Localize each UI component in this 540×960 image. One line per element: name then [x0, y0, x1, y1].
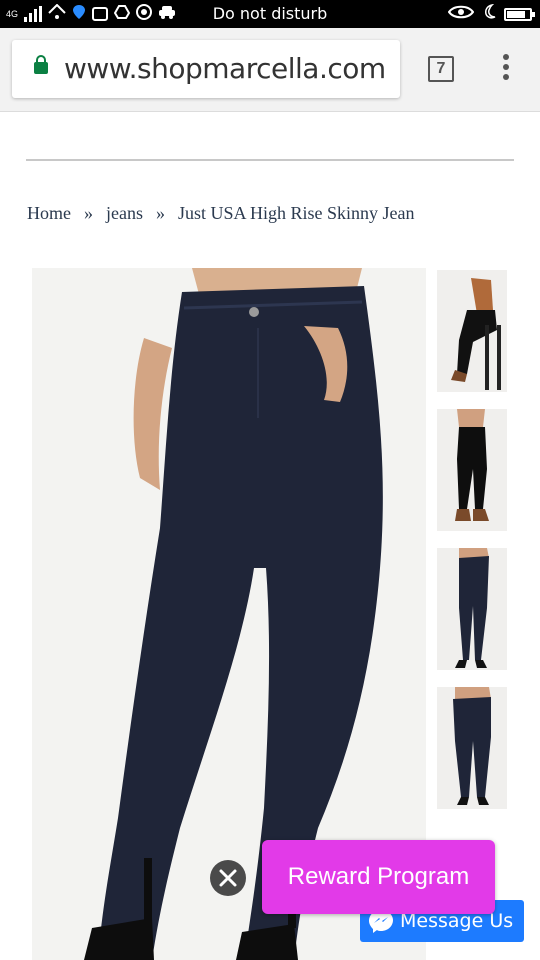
breadcrumb: Home » jeans » Just USA High Rise Skinny Jea… [27, 203, 415, 224]
breadcrumb-separator: » [84, 203, 93, 223]
breadcrumb-separator: » [155, 203, 165, 223]
breadcrumb-jeans-link[interactable]: jeans [106, 203, 143, 223]
battery-icon [504, 7, 535, 21]
url-text[interactable]: www.shopmarcella.com [64, 52, 386, 86]
overflow-menu-icon[interactable] [496, 54, 516, 84]
header-divider [26, 159, 514, 161]
address-bar[interactable]: www.shopmarcella.com [12, 40, 400, 98]
status-bar-right-icons [447, 3, 535, 25]
status-bar: 4G Do not disturb [0, 0, 540, 28]
product-thumbnail[interactable] [437, 409, 507, 531]
product-thumbnail[interactable] [437, 687, 507, 809]
lock-icon [34, 55, 48, 74]
close-popup-button[interactable] [210, 860, 246, 896]
moon-icon [482, 3, 496, 25]
product-thumbnail[interactable] [437, 548, 507, 670]
eye-icon [447, 5, 475, 24]
product-thumbnail[interactable] [437, 270, 507, 392]
breadcrumb-current-page: Just USA High Rise Skinny Jean [177, 203, 415, 223]
reward-program-button[interactable]: Reward Program [262, 840, 495, 914]
close-icon [219, 869, 237, 887]
product-thumbnails [437, 270, 507, 826]
browser-toolbar: www.shopmarcella.com 7 [0, 28, 540, 112]
breadcrumb-home-link[interactable]: Home [27, 203, 71, 223]
tab-switcher-button[interactable]: 7 [428, 56, 454, 82]
